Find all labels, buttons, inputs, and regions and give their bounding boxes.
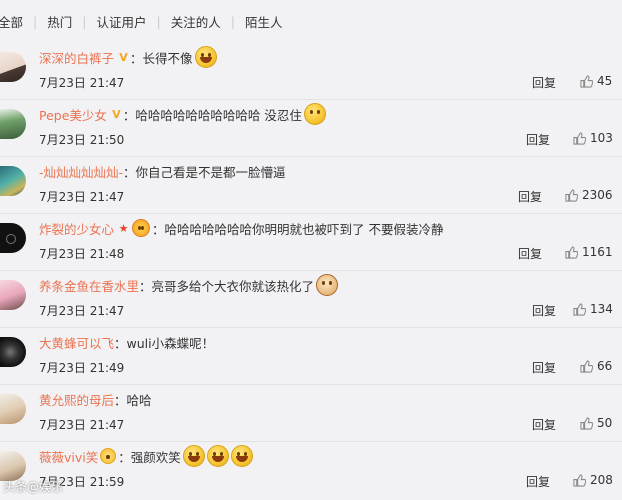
- thumbs-up-icon: [580, 416, 593, 430]
- comment-time: 7月23日 21:47: [39, 190, 125, 204]
- like-count: 134: [590, 302, 613, 316]
- reply-button[interactable]: 回复: [526, 131, 550, 148]
- like-button[interactable]: 50: [580, 415, 612, 431]
- like-count: 103: [590, 131, 613, 145]
- thumbs-up-icon: [573, 473, 586, 487]
- avatar[interactable]: [0, 166, 26, 196]
- tab-hot[interactable]: 热门: [37, 12, 82, 31]
- like-button[interactable]: 134: [573, 301, 613, 317]
- tab-following[interactable]: 关注的人: [161, 12, 231, 31]
- filter-tabs: 全部 | 热门 | 认证用户 | 关注的人 | 陌生人: [0, 0, 622, 42]
- comment-time: 7月23日 21:47: [39, 76, 125, 90]
- thumbs-up-icon: [580, 74, 593, 88]
- comment-text: ：你自己看是不是都一脸懵逼: [123, 164, 286, 180]
- laugh-cry-emoji-icon: [182, 445, 205, 467]
- tab-all[interactable]: 全部: [0, 12, 33, 31]
- reply-button[interactable]: 回复: [532, 302, 556, 319]
- tab-verified[interactable]: 认证用户: [86, 12, 156, 31]
- like-button[interactable]: 2306: [565, 187, 613, 203]
- comment-time: 7月23日 21:49: [39, 361, 125, 375]
- avatar[interactable]: [0, 52, 26, 82]
- laugh-emoji-icon: [194, 46, 217, 68]
- avatar[interactable]: [0, 223, 26, 253]
- comment-username[interactable]: 黄允熙的母后: [39, 390, 114, 409]
- like-button[interactable]: 103: [573, 130, 613, 146]
- tab-strangers[interactable]: 陌生人: [235, 12, 293, 31]
- thumbs-up-icon: [580, 359, 593, 373]
- comment-username[interactable]: Pepe美少女: [39, 105, 107, 124]
- like-button[interactable]: 208: [573, 472, 613, 488]
- like-button[interactable]: 66: [580, 358, 612, 374]
- comment-item: 黄允熙的母后 ：哈哈 7月23日 21:47 回复 50: [0, 384, 622, 442]
- like-count: 1161: [582, 245, 613, 259]
- thumbs-up-icon: [573, 302, 586, 316]
- like-count: 45: [597, 74, 613, 88]
- laugh-cry-emoji-icon: [230, 445, 253, 467]
- like-count: 208: [590, 473, 613, 487]
- comment-text: ：亮哥多给个大衣你就该热化了: [139, 278, 315, 294]
- comment-text: ：哈哈哈哈哈哈哈哈哈哈 没忍住: [122, 107, 302, 123]
- reply-button[interactable]: 回复: [532, 74, 556, 91]
- comment-time: 7月23日 21:47: [39, 304, 125, 318]
- comment-item: Pepe美少女 V ：哈哈哈哈哈哈哈哈哈哈 没忍住 7月23日 21:50 回复…: [0, 99, 622, 157]
- avatar[interactable]: [0, 337, 26, 367]
- comment-username[interactable]: -灿灿灿灿灿灿-: [39, 162, 123, 181]
- reply-button[interactable]: 回复: [526, 473, 550, 490]
- comment-item: 养条金鱼在香水里 ：亮哥多给个大衣你就该热化了 7月23日 21:47 回复 1…: [0, 270, 622, 328]
- avatar[interactable]: [0, 394, 26, 424]
- thumbs-up-icon: [565, 245, 578, 259]
- verified-badge-icon: V: [119, 50, 128, 64]
- laugh-cry-emoji-icon: [206, 445, 229, 467]
- comment-time: 7月23日 21:47: [39, 418, 125, 432]
- reply-button[interactable]: 回复: [518, 245, 542, 262]
- reply-button[interactable]: 回复: [518, 188, 542, 205]
- comment-time: 7月23日 21:50: [39, 133, 125, 147]
- smile-emoji-icon: [303, 103, 326, 125]
- comment-item: -灿灿灿灿灿灿- ：你自己看是不是都一脸懵逼 7月23日 21:47 回复 23…: [0, 156, 622, 214]
- comment-username[interactable]: 深深的白裤子: [39, 48, 114, 67]
- comment-username[interactable]: 薇薇vivi笑: [39, 447, 98, 466]
- reply-button[interactable]: 回复: [532, 359, 556, 376]
- comment-username[interactable]: 养条金鱼在香水里: [39, 276, 139, 295]
- thumbs-up-icon: [573, 131, 586, 145]
- verified-badge-icon: V: [112, 107, 121, 121]
- comment-username[interactable]: 大黄蜂可以飞: [39, 333, 114, 352]
- member-badge-icon: [132, 219, 151, 237]
- reply-button[interactable]: 回复: [532, 416, 556, 433]
- comment-username[interactable]: 炸裂的少女心: [39, 219, 114, 238]
- comment-item: 大黄蜂可以飞 ：wuli小森蝶呢！ 7月23日 21:49 回复 66: [0, 327, 622, 385]
- like-count: 50: [597, 416, 613, 430]
- like-button[interactable]: 1161: [565, 244, 613, 260]
- comment-time: 7月23日 21:48: [39, 247, 125, 261]
- star-badge-icon: ★: [118, 221, 129, 235]
- like-button[interactable]: 45: [580, 73, 612, 89]
- like-count: 66: [597, 359, 613, 373]
- like-count: 2306: [582, 188, 613, 202]
- avatar[interactable]: [0, 109, 26, 139]
- comment-text: ：wuli小森蝶呢！: [114, 335, 215, 351]
- comment-text: ：长得不像: [130, 50, 193, 66]
- member-badge-icon: [100, 448, 117, 464]
- comment-text: ：哈哈: [114, 392, 152, 408]
- comment-text: ：强颜欢笑: [118, 449, 181, 465]
- dog-emoji-icon: [316, 274, 339, 296]
- comment-item: 炸裂的少女心 ★ ：哈哈哈哈哈哈哈你明明就也被吓到了 不要假装冷静 7月23日 …: [0, 213, 622, 271]
- watermark: 头条@娱乐: [3, 480, 64, 494]
- avatar[interactable]: [0, 280, 26, 310]
- thumbs-up-icon: [565, 188, 578, 202]
- comment-item: 深深的白裤子 V ：长得不像 7月23日 21:47 回复 45: [0, 42, 622, 100]
- comment-text: ：哈哈哈哈哈哈哈你明明就也被吓到了 不要假装冷静: [152, 221, 444, 237]
- comment-item: 薇薇vivi笑 ：强颜欢笑 7月23日 21:59 回复 208: [0, 441, 622, 498]
- avatar[interactable]: [0, 451, 26, 481]
